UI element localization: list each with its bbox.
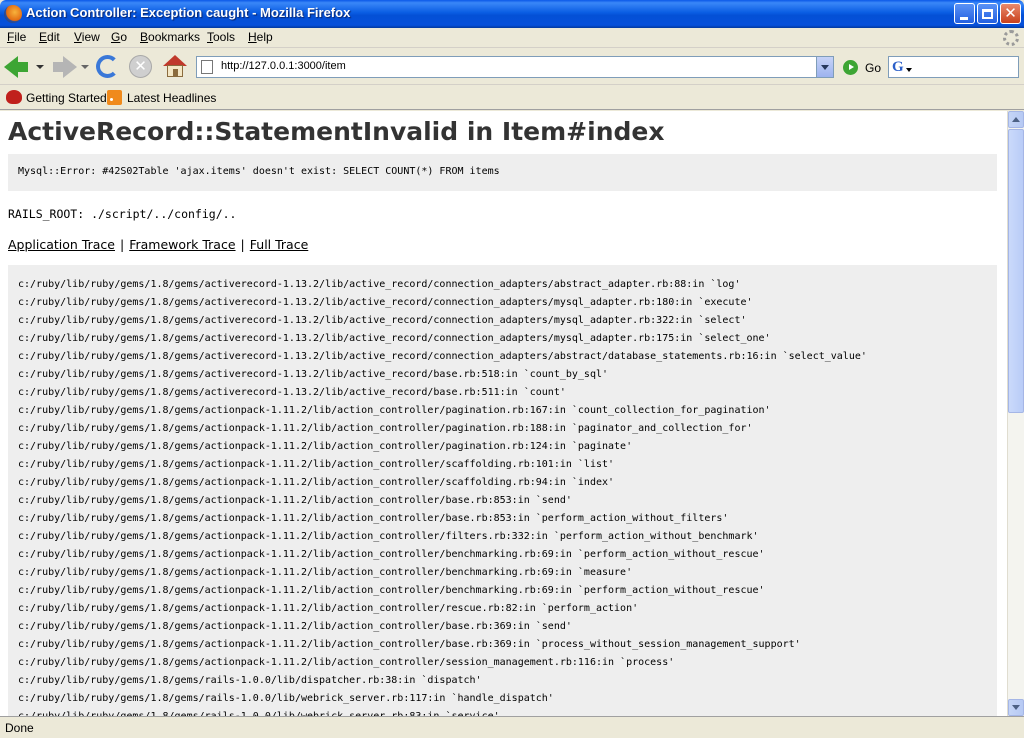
page-icon (201, 60, 213, 74)
menu-file[interactable]: File (7, 30, 26, 44)
window-title: Action Controller: Exception caught - Mo… (26, 5, 351, 20)
reload-icon[interactable] (96, 55, 119, 78)
minimize-icon (960, 17, 968, 20)
address-bar[interactable]: http://127.0.0.1:3000/item (196, 56, 834, 78)
menu-edit[interactable]: Edit (39, 30, 60, 44)
search-input[interactable]: G (888, 56, 1019, 78)
bookmark-latest-headlines[interactable]: Latest Headlines (107, 90, 216, 106)
maximize-icon (982, 9, 993, 19)
trace-line: c:/ruby/lib/ruby/gems/1.8/gems/actionpac… (18, 531, 759, 542)
vertical-scrollbar[interactable] (1007, 111, 1024, 716)
menu-bar: File Edit View Go Bookmarks Tools Help (0, 28, 1024, 48)
trace-line: c:/ruby/lib/ruby/gems/1.8/gems/actionpac… (18, 639, 801, 650)
menu-view[interactable]: View (74, 30, 100, 44)
trace-box: c:/ruby/lib/ruby/gems/1.8/gems/activerec… (8, 265, 997, 716)
home-icon[interactable] (163, 55, 187, 79)
trace-line: c:/ruby/lib/ruby/gems/1.8/gems/actionpac… (18, 459, 615, 470)
trace-line: c:/ruby/lib/ruby/gems/1.8/gems/actionpac… (18, 513, 729, 524)
trace-line: c:/ruby/lib/ruby/gems/1.8/gems/activerec… (18, 369, 609, 380)
trace-line: c:/ruby/lib/ruby/gems/1.8/gems/actionpac… (18, 585, 765, 596)
menu-tools[interactable]: Tools (207, 30, 235, 44)
minimize-button[interactable] (954, 3, 975, 24)
menu-help[interactable]: Help (248, 30, 273, 44)
forward-arrow-icon[interactable] (53, 56, 77, 78)
trace-links: Application Trace | Framework Trace | Full T… (8, 237, 308, 252)
framework-trace-link[interactable]: Framework Trace (129, 237, 235, 252)
trace-line: c:/ruby/lib/ruby/gems/1.8/gems/activerec… (18, 297, 753, 308)
scroll-down-button[interactable] (1008, 699, 1024, 716)
bookmark-label: Latest Headlines (127, 91, 217, 105)
trace-line: c:/ruby/lib/ruby/gems/1.8/gems/rails-1.0… (18, 675, 482, 686)
trace-line: c:/ruby/lib/ruby/gems/1.8/gems/rails-1.0… (18, 693, 554, 704)
menu-go[interactable]: Go (111, 30, 127, 44)
google-icon[interactable]: G (892, 59, 908, 75)
status-bar: Done (0, 716, 1024, 738)
close-icon: ✕ (1004, 4, 1017, 22)
maximize-button[interactable] (977, 3, 998, 24)
trace-line: c:/ruby/lib/ruby/gems/1.8/gems/activerec… (18, 315, 747, 326)
trace-link-separator: | (119, 237, 125, 252)
trace-line: c:/ruby/lib/ruby/gems/1.8/gems/actionpac… (18, 477, 615, 488)
trace-line: c:/ruby/lib/ruby/gems/1.8/gems/actionpac… (18, 567, 633, 578)
trace-line: c:/ruby/lib/ruby/gems/1.8/gems/rails-1.0… (18, 708, 500, 716)
firefox-bookmark-icon (6, 90, 22, 104)
trace-line: c:/ruby/lib/ruby/gems/1.8/gems/actionpac… (18, 549, 765, 560)
title-bar[interactable]: Action Controller: Exception caught - Mo… (0, 0, 1024, 28)
trace-line: c:/ruby/lib/ruby/gems/1.8/gems/actionpac… (18, 423, 753, 434)
navigation-toolbar: ✕ http://127.0.0.1:3000/item Go G (0, 49, 1024, 85)
stop-icon[interactable]: ✕ (129, 55, 152, 78)
error-heading: ActiveRecord::StatementInvalid in Item#i… (8, 117, 665, 146)
search-engine-dropdown-icon[interactable] (906, 68, 912, 72)
back-arrow-icon[interactable] (4, 56, 28, 78)
trace-line: c:/ruby/lib/ruby/gems/1.8/gems/actionpac… (18, 603, 639, 614)
bookmarks-toolbar: Getting Started Latest Headlines (0, 86, 1024, 110)
menu-bookmarks[interactable]: Bookmarks (140, 30, 200, 44)
trace-line: c:/ruby/lib/ruby/gems/1.8/gems/activerec… (18, 333, 771, 344)
error-message: Mysql::Error: #42S02Table 'ajax.items' d… (18, 166, 500, 177)
trace-line: c:/ruby/lib/ruby/gems/1.8/gems/actionpac… (18, 621, 572, 632)
trace-line: c:/ruby/lib/ruby/gems/1.8/gems/actionpac… (18, 495, 572, 506)
back-history-dropdown-icon[interactable] (36, 65, 44, 69)
trace-line: c:/ruby/lib/ruby/gems/1.8/gems/actionpac… (18, 405, 771, 416)
url-history-dropdown-button[interactable] (816, 57, 833, 77)
bookmark-label: Getting Started (26, 91, 107, 105)
full-trace-link[interactable]: Full Trace (250, 237, 309, 252)
rss-feed-icon (107, 90, 122, 105)
application-trace-link[interactable]: Application Trace (8, 237, 115, 252)
status-text: Done (5, 721, 34, 735)
scroll-up-button[interactable] (1008, 111, 1024, 128)
url-input[interactable]: http://127.0.0.1:3000/item (221, 60, 346, 72)
scroll-thumb[interactable] (1008, 129, 1024, 413)
trace-line: c:/ruby/lib/ruby/gems/1.8/gems/actionpac… (18, 441, 633, 452)
go-button-label[interactable]: Go (865, 61, 881, 75)
go-icon[interactable] (843, 60, 858, 75)
trace-line: c:/ruby/lib/ruby/gems/1.8/gems/activerec… (18, 387, 566, 398)
trace-link-separator: | (240, 237, 245, 252)
throbber-icon (1003, 30, 1019, 46)
trace-line: c:/ruby/lib/ruby/gems/1.8/gems/activerec… (18, 279, 741, 290)
forward-history-dropdown-icon[interactable] (81, 65, 89, 69)
page-content[interactable]: ActiveRecord::StatementInvalid in Item#i… (0, 111, 1007, 716)
home-door (173, 69, 178, 77)
firefox-icon (4, 5, 22, 23)
rails-root: RAILS_ROOT: ./script/../config/.. (8, 207, 237, 221)
trace-line: c:/ruby/lib/ruby/gems/1.8/gems/activerec… (18, 351, 867, 362)
trace-line: c:/ruby/lib/ruby/gems/1.8/gems/actionpac… (18, 657, 675, 668)
close-button[interactable]: ✕ (1000, 3, 1021, 24)
bookmark-getting-started[interactable]: Getting Started (6, 90, 107, 106)
error-message-box: Mysql::Error: #42S02Table 'ajax.items' d… (8, 154, 997, 191)
